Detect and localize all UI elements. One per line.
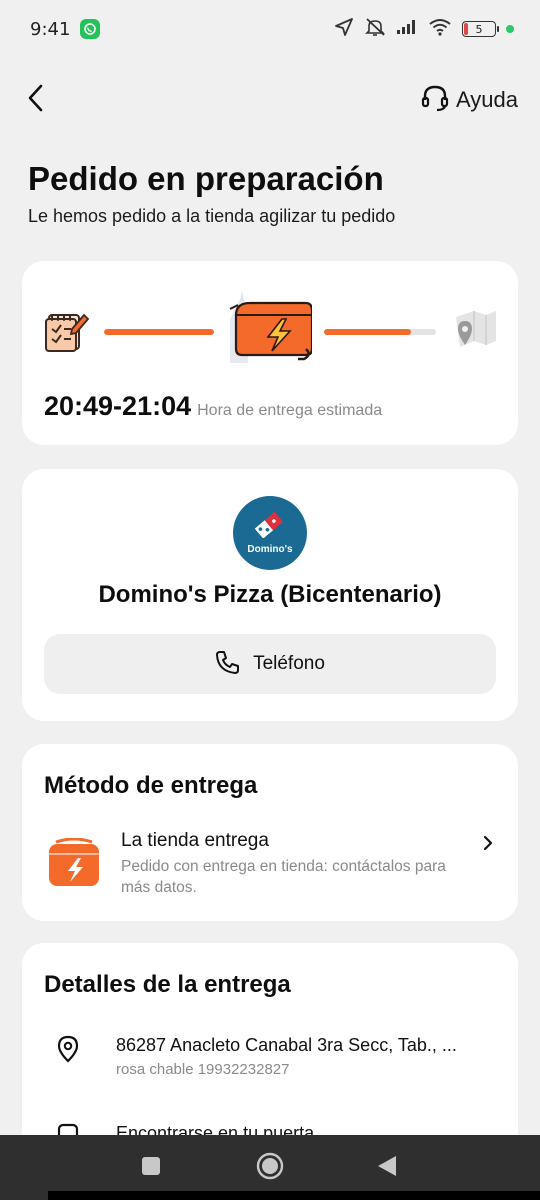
phone-icon xyxy=(215,649,241,679)
order-progress-card: 20:49-21:04 Hora de entrega estimada xyxy=(22,261,518,445)
store-logo: Domino's xyxy=(233,496,307,570)
chevron-right-icon xyxy=(482,834,494,856)
mute-icon xyxy=(364,17,386,41)
store-name: Domino's Pizza (Bicentenario) xyxy=(98,581,442,608)
dominos-logo-icon xyxy=(254,511,286,542)
location-arrow-icon xyxy=(334,17,354,41)
eta-row: 20:49-21:04 Hora de entrega estimada xyxy=(44,391,382,422)
whatsapp-icon xyxy=(80,19,101,39)
battery-icon: 5 xyxy=(462,21,499,37)
nav-back-button[interactable] xyxy=(376,1154,398,1182)
eta-label: Hora de entrega estimada xyxy=(197,402,383,419)
signal-icon xyxy=(396,19,418,39)
store-delivery-bag-icon xyxy=(48,837,100,888)
contact-text: rosa chable 19932232827 xyxy=(116,1061,290,1078)
address-text: 86287 Anacleto Canabal 3ra Secc, Tab., .… xyxy=(116,1035,457,1055)
address-row[interactable]: 86287 Anacleto Canabal 3ra Secc, Tab., .… xyxy=(44,1035,496,1085)
phone-button[interactable]: Teléfono xyxy=(44,634,496,694)
home-button[interactable] xyxy=(256,1152,284,1184)
help-button[interactable]: Ayuda xyxy=(420,83,518,117)
system-nav-bar xyxy=(0,1135,540,1200)
progress-segment-1 xyxy=(104,329,214,335)
gesture-strip xyxy=(48,1191,540,1200)
status-bar: 9:41 5 xyxy=(0,0,540,58)
order-notepad-icon xyxy=(44,307,90,357)
store-card: Domino's Domino's Pizza (Bicentenario) T… xyxy=(22,469,518,721)
store-logo-text: Domino's xyxy=(247,543,293,555)
delivery-method-description: Pedido con entrega en tienda: contáctalo… xyxy=(121,858,446,896)
map-pin-icon xyxy=(446,307,498,355)
progress-tracker xyxy=(44,291,498,363)
battery-level: 5 xyxy=(475,22,483,36)
headset-icon xyxy=(420,83,450,117)
progress-segment-2 xyxy=(324,329,436,335)
delivery-method-heading: Método de entrega xyxy=(44,772,258,799)
eta-time: 20:49-21:04 xyxy=(44,391,192,421)
recents-button[interactable] xyxy=(141,1156,161,1180)
status-time: 9:41 xyxy=(30,18,71,40)
delivery-details-heading: Detalles de la entrega xyxy=(44,971,291,998)
delivery-bag-icon xyxy=(220,289,314,367)
phone-label: Teléfono xyxy=(253,653,325,674)
location-pin-icon xyxy=(56,1035,80,1067)
wifi-icon xyxy=(428,18,452,40)
page-title: Pedido en preparación xyxy=(28,160,384,197)
help-label: Ayuda xyxy=(456,87,518,112)
delivery-method-title: La tienda entrega xyxy=(121,830,269,851)
header: Ayuda xyxy=(0,72,540,128)
page-subtitle: Le hemos pedido a la tienda agilizar tu … xyxy=(28,206,396,226)
chevron-left-icon xyxy=(26,83,44,117)
back-button[interactable] xyxy=(26,80,54,120)
delivery-method-card: Método de entrega La tienda entrega Pedi… xyxy=(22,744,518,921)
delivery-method-row[interactable]: La tienda entrega Pedido con entrega en … xyxy=(44,828,496,898)
privacy-indicator-dot xyxy=(506,25,514,33)
